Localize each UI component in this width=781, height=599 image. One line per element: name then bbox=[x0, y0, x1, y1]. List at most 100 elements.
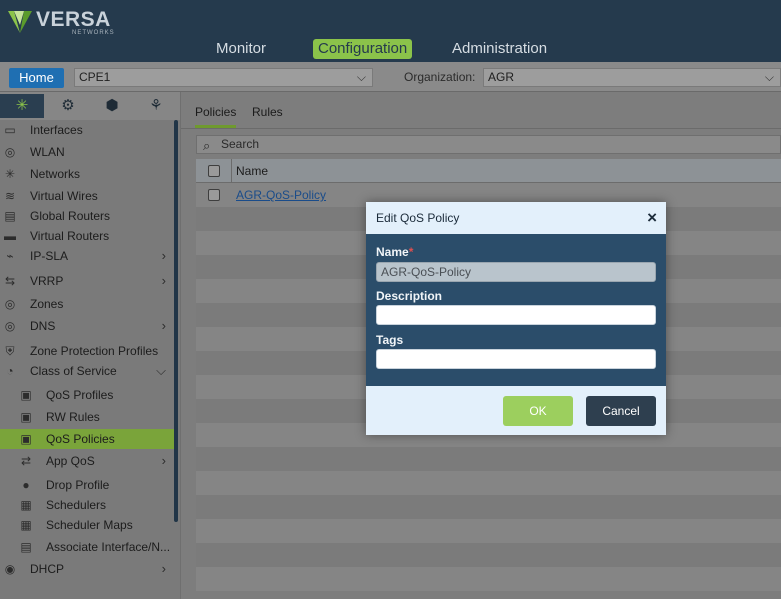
organization-select-value: AGR bbox=[488, 70, 515, 84]
sidebar-item[interactable]: ✳ Networks bbox=[0, 164, 174, 184]
sidebar-item[interactable]: ▦ Schedulers bbox=[0, 495, 174, 515]
edit-qos-policy-dialog: Edit QoS Policy × Name* AGR-QoS-Policy D… bbox=[366, 202, 666, 435]
chevron-right-icon[interactable]: › bbox=[162, 246, 166, 266]
sidebar-item[interactable]: ⌁ IP-SLA › bbox=[0, 246, 174, 266]
dhcp-icon: ◉ bbox=[4, 562, 16, 576]
chevron-right-icon[interactable]: › bbox=[162, 451, 166, 471]
chevron-right-icon[interactable]: › bbox=[162, 316, 166, 336]
versa-logo[interactable]: VERSA NETWORKS bbox=[6, 5, 116, 36]
nav-monitor[interactable]: Monitor bbox=[216, 39, 266, 59]
sidebar-item-label: RW Rules bbox=[46, 410, 100, 424]
sidebar-item-label: VRRP bbox=[30, 274, 64, 288]
sidebar-scrollbar[interactable] bbox=[174, 120, 178, 522]
table-row bbox=[196, 543, 781, 567]
sidebar-item-label: QoS Profiles bbox=[46, 388, 114, 402]
ok-button[interactable]: OK bbox=[503, 396, 573, 426]
sidebar-item-label: Drop Profile bbox=[46, 478, 110, 492]
name-field[interactable]: AGR-QoS-Policy bbox=[376, 262, 656, 282]
chevron-down-icon[interactable]: ⌵ bbox=[156, 361, 166, 381]
search-icon: ⌕ bbox=[203, 138, 211, 153]
chevron-right-icon[interactable]: › bbox=[162, 271, 166, 291]
brand-sub: NETWORKS bbox=[72, 30, 115, 36]
tab-rules[interactable]: Rules bbox=[252, 105, 283, 125]
table-header: Name bbox=[196, 159, 781, 183]
brand-name: VERSA bbox=[36, 8, 111, 31]
content-tabs: Policies Rules bbox=[181, 102, 781, 129]
table-row bbox=[196, 447, 781, 471]
sidebar-item-label: DNS bbox=[30, 319, 56, 333]
global-routers-icon: ▤ bbox=[4, 209, 16, 223]
description-field[interactable] bbox=[376, 305, 656, 325]
column-header-name[interactable]: Name bbox=[236, 164, 268, 178]
sidebar-item[interactable]: ◎ DNS › bbox=[0, 316, 174, 336]
sidebar-item[interactable]: ▦ Scheduler Maps bbox=[0, 515, 174, 535]
policy-name-link[interactable]: AGR-QoS-Policy bbox=[236, 188, 326, 202]
tags-label: Tags bbox=[376, 333, 404, 347]
sidebar-item[interactable]: ⇆ VRRP › bbox=[0, 271, 174, 291]
dialog-footer: OK Cancel bbox=[366, 386, 666, 435]
gear-icon[interactable]: ⚙ bbox=[46, 94, 90, 118]
search-input[interactable]: ⌕ Search bbox=[196, 135, 781, 154]
search-placeholder: Search bbox=[221, 137, 260, 151]
sidebar-item-label: Schedulers bbox=[46, 498, 107, 512]
vrrp-icon: ⇆ bbox=[4, 274, 16, 288]
select-all-checkbox[interactable] bbox=[208, 165, 220, 177]
sidebar-item[interactable]: ▣ QoS Policies bbox=[0, 429, 174, 449]
sidebar-item[interactable]: ◎ Zones bbox=[0, 294, 174, 314]
organization-select[interactable]: AGR ⌵ bbox=[483, 68, 781, 87]
chevron-down-icon: ⌵ bbox=[356, 70, 366, 84]
sidebar-item-label: DHCP bbox=[30, 562, 65, 576]
tab-policies[interactable]: Policies bbox=[195, 105, 237, 128]
sidebar-item-label: Virtual Wires bbox=[30, 189, 98, 203]
sidebar-item-label: Global Routers bbox=[30, 209, 111, 223]
sidebar-item-label: Zones bbox=[30, 297, 64, 311]
dns-icon: ◎ bbox=[4, 319, 16, 333]
sidebar-item[interactable]: ≋ Virtual Wires bbox=[0, 186, 174, 206]
name-label: Name* bbox=[376, 245, 413, 259]
cube-icon[interactable]: ⬢ bbox=[90, 94, 134, 118]
services-icon[interactable]: ⚘ bbox=[134, 94, 178, 118]
sidebar-item-label: Interfaces bbox=[30, 123, 83, 137]
ip-sla-icon: ⌁ bbox=[6, 249, 14, 263]
sidebar-item-label: Class of Service bbox=[30, 364, 117, 378]
table-row bbox=[196, 495, 781, 519]
scheduler-maps-icon: ▦ bbox=[20, 518, 32, 532]
dialog-body: Name* AGR-QoS-Policy Description Tags bbox=[366, 234, 666, 386]
device-select[interactable]: CPE1 ⌵ bbox=[74, 68, 373, 87]
sidebar-item[interactable]: ⛨ Zone Protection Profiles bbox=[0, 341, 174, 361]
sidebar-item[interactable]: ▤ Global Routers bbox=[0, 206, 174, 226]
qos-profiles-icon: ▣ bbox=[20, 388, 32, 402]
interfaces-icon: ▭ bbox=[4, 123, 16, 137]
sidebar-item[interactable]: ◉ DHCP › bbox=[0, 559, 174, 579]
cancel-button[interactable]: Cancel bbox=[586, 396, 656, 426]
nav-configuration[interactable]: Configuration bbox=[313, 39, 413, 59]
sidebar-item[interactable]: ▬ Virtual Routers bbox=[0, 226, 174, 246]
close-icon[interactable]: × bbox=[647, 208, 657, 228]
sidebar-item-label: IP-SLA bbox=[30, 249, 69, 263]
sidebar-item[interactable]: ▤ Associate Interface/N... bbox=[0, 537, 174, 557]
tags-field[interactable] bbox=[376, 349, 656, 369]
sidebar-item[interactable]: ◎ WLAN bbox=[0, 142, 174, 162]
sidebar-item-label: App QoS bbox=[46, 454, 95, 468]
row-checkbox[interactable] bbox=[208, 189, 220, 201]
class-of-service-icon: ◔ bbox=[6, 364, 14, 378]
nav-administration[interactable]: Administration bbox=[452, 39, 547, 59]
sidebar-item-label: Zone Protection Profiles bbox=[30, 344, 159, 358]
context-bar: Home CPE1 ⌵ Organization: AGR ⌵ bbox=[0, 62, 781, 92]
sidebar-item[interactable]: ◔ Class of Service ⌵ bbox=[0, 361, 174, 381]
app-qos-icon: ⇄ bbox=[20, 454, 32, 468]
home-button[interactable]: Home bbox=[9, 68, 64, 88]
sidebar-item[interactable]: ● Drop Profile bbox=[0, 475, 174, 495]
sidebar-item[interactable]: ▭ Interfaces bbox=[0, 120, 174, 140]
zones-icon: ◎ bbox=[4, 297, 16, 311]
sidebar-item[interactable]: ▣ RW Rules bbox=[0, 407, 174, 427]
drop-profile-icon: ● bbox=[22, 478, 30, 492]
device-select-value: CPE1 bbox=[79, 70, 111, 84]
sidebar-item[interactable]: ⇄ App QoS › bbox=[0, 451, 174, 471]
networks-icon: ✳ bbox=[4, 167, 16, 181]
sidebar-item[interactable]: ▣ QoS Profiles bbox=[0, 385, 174, 405]
sidebar-item-label: WLAN bbox=[30, 145, 65, 159]
qos-policies-icon: ▣ bbox=[20, 432, 32, 446]
chevron-right-icon[interactable]: › bbox=[162, 559, 166, 579]
network-tab-icon[interactable]: ✳ bbox=[0, 94, 44, 118]
